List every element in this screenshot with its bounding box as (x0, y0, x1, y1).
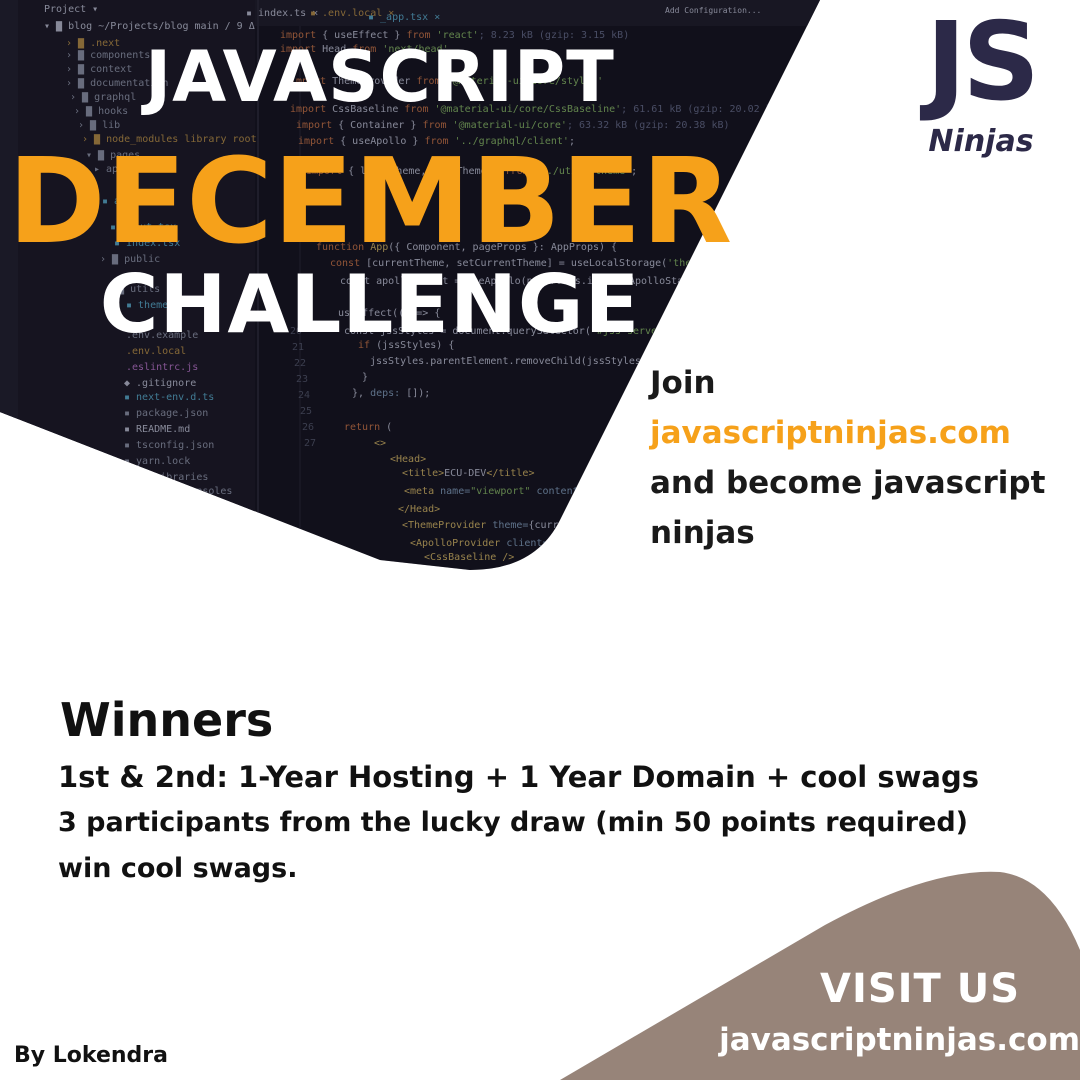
visit-us-background (560, 871, 1080, 1080)
visit-us-title: VISIT US (819, 966, 1021, 1012)
visit-us-url-link[interactable]: javascriptninjas.com (680, 1022, 1080, 1058)
poster: Project ▾ ▾ ▇ blog ~/Projects/blog main … (0, 0, 1080, 1080)
author-byline: By Lokendra (14, 1043, 168, 1068)
